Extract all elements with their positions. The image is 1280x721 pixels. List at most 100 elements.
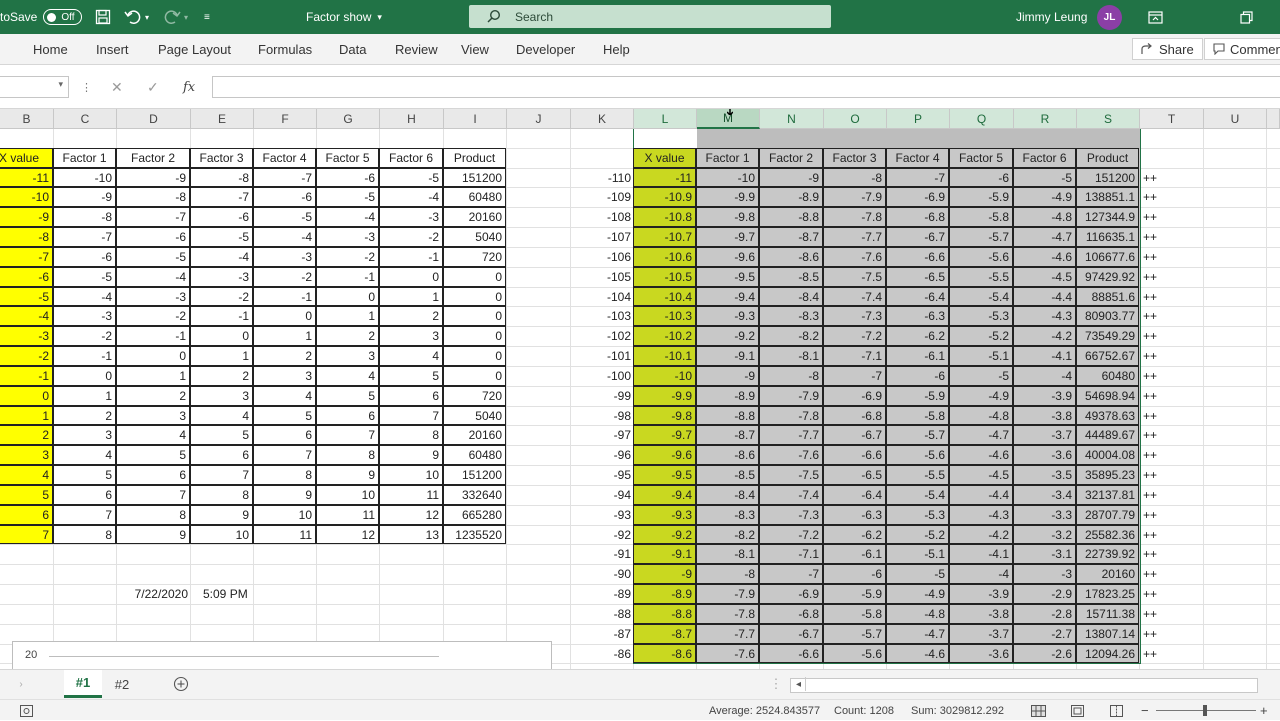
- search-box[interactable]: Search: [469, 5, 831, 28]
- right-table-cell[interactable]: -7.6: [696, 643, 759, 664]
- left-table-cell[interactable]: 13: [379, 524, 443, 545]
- left-table-cell[interactable]: 9: [253, 484, 316, 505]
- right-table-cell[interactable]: 116635.1: [1076, 227, 1139, 247]
- right-table-cell[interactable]: -4.4: [1013, 286, 1076, 307]
- right-table-cell[interactable]: -9.4: [696, 286, 759, 307]
- left-table-cell[interactable]: 6: [190, 445, 253, 466]
- column-header-l[interactable]: L: [634, 109, 697, 129]
- zoom-out-button[interactable]: −: [1141, 700, 1149, 721]
- left-table-cell[interactable]: 720: [443, 385, 506, 406]
- right-table-cell[interactable]: -4.9: [949, 385, 1013, 406]
- right-table-cell[interactable]: -6.6: [823, 445, 886, 466]
- left-table-x-cell[interactable]: -8: [0, 227, 53, 247]
- right-table-cell[interactable]: -4.2: [1013, 326, 1076, 347]
- right-table-cell[interactable]: -2.7: [1013, 623, 1076, 644]
- scroll-sheets-left-icon[interactable]: ›: [14, 670, 28, 698]
- right-table-cell[interactable]: -3.7: [949, 623, 1013, 644]
- marker-cell[interactable]: ++: [1140, 506, 1204, 526]
- right-table-cell[interactable]: -8.2: [696, 524, 759, 545]
- right-table-cell[interactable]: 22739.92: [1076, 544, 1139, 565]
- column-header-e[interactable]: E: [191, 109, 254, 129]
- left-table-cell[interactable]: 1: [316, 306, 379, 327]
- left-table-cell[interactable]: 9: [379, 445, 443, 466]
- right-table-x-cell[interactable]: -10.5: [633, 266, 696, 287]
- sheet-tab-2[interactable]: #2: [104, 670, 140, 698]
- horizontal-scrollbar[interactable]: ◂: [790, 677, 1258, 693]
- right-table-cell[interactable]: -3.2: [1013, 524, 1076, 545]
- right-table-cell[interactable]: -7.6: [823, 246, 886, 267]
- left-table-cell[interactable]: 2: [316, 326, 379, 347]
- right-table-cell[interactable]: -6.8: [823, 405, 886, 426]
- left-table-cell[interactable]: -3: [316, 227, 379, 247]
- column-header-k[interactable]: K: [571, 109, 634, 129]
- left-table-cell[interactable]: -2: [316, 246, 379, 267]
- column-header-f[interactable]: F: [254, 109, 317, 129]
- left-table-cell[interactable]: 5: [379, 365, 443, 386]
- left-table-cell[interactable]: -2: [379, 227, 443, 247]
- left-table-cell[interactable]: -9: [53, 187, 116, 208]
- left-table-header[interactable]: Factor 3: [190, 147, 253, 168]
- marker-cell[interactable]: ++: [1140, 426, 1204, 446]
- right-table-header[interactable]: Factor 1: [696, 147, 759, 168]
- column-header-j[interactable]: J: [507, 109, 571, 129]
- left-table-cell[interactable]: 5: [253, 405, 316, 426]
- right-table-cell[interactable]: -3.4: [1013, 484, 1076, 505]
- right-table-cell[interactable]: 20160: [1076, 564, 1139, 585]
- left-table-x-cell[interactable]: 3: [0, 445, 53, 466]
- row-index-cell[interactable]: -105: [571, 268, 634, 288]
- worksheet-grid[interactable]: BCDEFGHIJKLMNOPQRSTUX value Factor 1 Facto…: [0, 109, 1280, 669]
- left-table-cell[interactable]: 0: [190, 326, 253, 347]
- left-table-cell[interactable]: -3: [53, 306, 116, 327]
- left-table-cell[interactable]: 1: [379, 286, 443, 307]
- column-header-c[interactable]: C: [54, 109, 117, 129]
- right-table-cell[interactable]: -6.5: [823, 465, 886, 485]
- right-table-cell[interactable]: -4.3: [1013, 306, 1076, 327]
- right-table-cell[interactable]: -4.6: [1013, 246, 1076, 267]
- left-table-x-cell[interactable]: 1: [0, 405, 53, 426]
- cancel-icon[interactable]: ✕: [111, 76, 123, 98]
- left-table-cell[interactable]: -3: [190, 266, 253, 287]
- left-table-cell[interactable]: -6: [190, 207, 253, 228]
- right-table-cell[interactable]: -6: [823, 564, 886, 585]
- left-table-cell[interactable]: 3: [379, 326, 443, 347]
- right-table-cell[interactable]: 15711.38: [1076, 603, 1139, 624]
- right-table-header[interactable]: Factor 5: [949, 147, 1013, 168]
- left-table-cell[interactable]: 0: [116, 346, 190, 366]
- right-table-cell[interactable]: 106677.6: [1076, 246, 1139, 267]
- left-table-cell[interactable]: 12: [379, 504, 443, 525]
- left-table-cell[interactable]: -2: [253, 266, 316, 287]
- insert-function-button[interactable]: fx: [183, 76, 195, 98]
- left-table-cell[interactable]: -7: [190, 187, 253, 208]
- right-table-header[interactable]: X value: [633, 147, 696, 168]
- left-table-cell[interactable]: 11: [316, 504, 379, 525]
- left-table-cell[interactable]: 60480: [443, 445, 506, 466]
- right-table-x-cell[interactable]: -10.6: [633, 246, 696, 267]
- row-index-cell[interactable]: -96: [571, 446, 634, 466]
- left-table-cell[interactable]: 8: [190, 484, 253, 505]
- left-table-cell[interactable]: -3: [253, 246, 316, 267]
- left-table-cell[interactable]: -8: [116, 187, 190, 208]
- right-table-cell[interactable]: -9.7: [696, 227, 759, 247]
- right-table-cell[interactable]: -5.5: [886, 465, 949, 485]
- column-header-g[interactable]: G: [317, 109, 380, 129]
- left-table-cell[interactable]: 2: [116, 385, 190, 406]
- right-table-cell[interactable]: -7: [759, 564, 823, 585]
- right-table-cell[interactable]: -7.6: [759, 445, 823, 466]
- right-table-cell[interactable]: -5.5: [949, 266, 1013, 287]
- left-table-header[interactable]: X value: [0, 147, 53, 168]
- right-table-cell[interactable]: -8.5: [696, 465, 759, 485]
- marker-cell[interactable]: ++: [1140, 466, 1204, 486]
- row-index-cell[interactable]: -101: [571, 347, 634, 367]
- right-table-cell[interactable]: -4: [949, 564, 1013, 585]
- left-table-cell[interactable]: 1: [253, 326, 316, 347]
- right-table-cell[interactable]: 97429.92: [1076, 266, 1139, 287]
- right-table-cell[interactable]: -4: [1013, 365, 1076, 386]
- right-table-cell[interactable]: 32137.81: [1076, 484, 1139, 505]
- right-table-x-cell[interactable]: -9.1: [633, 544, 696, 565]
- right-table-x-cell[interactable]: -9.4: [633, 484, 696, 505]
- undo-dropdown-icon[interactable]: ▾: [145, 0, 149, 34]
- left-table-cell[interactable]: 2: [190, 365, 253, 386]
- right-table-cell[interactable]: -5.4: [949, 286, 1013, 307]
- right-table-cell[interactable]: -9.5: [696, 266, 759, 287]
- scroll-left-arrow-icon[interactable]: ◂: [792, 677, 806, 691]
